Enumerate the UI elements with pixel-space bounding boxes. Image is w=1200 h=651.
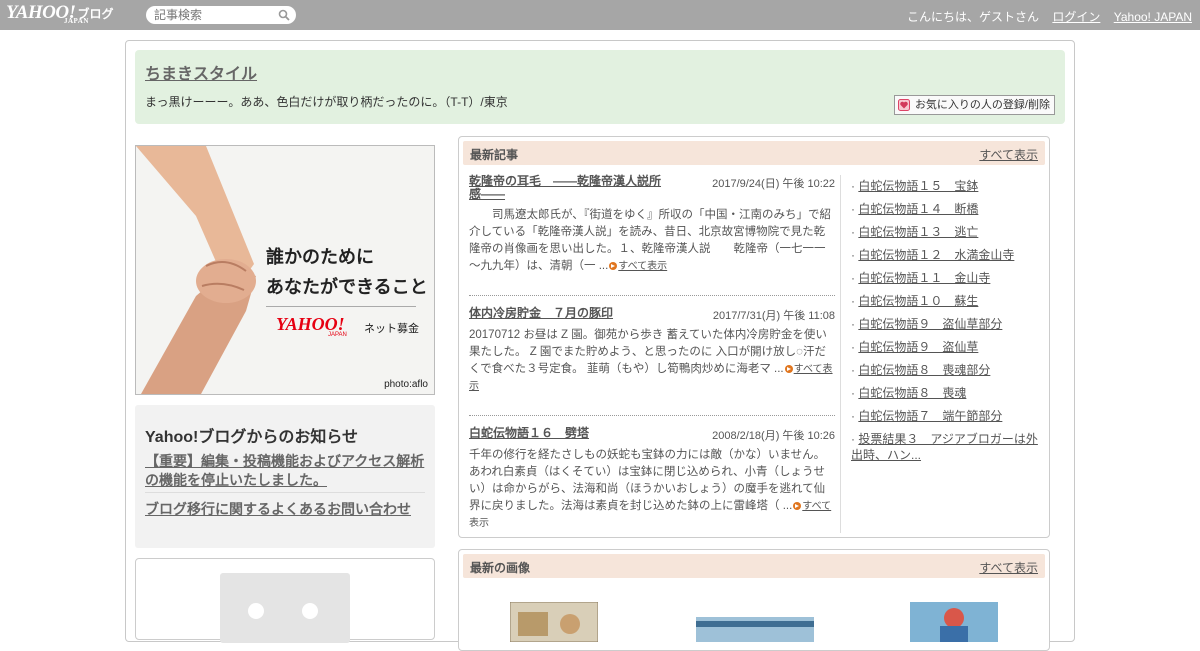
avatar-eye-left — [248, 603, 264, 619]
logo-sub: JAPAN — [64, 17, 89, 25]
list-item: · 投票結果３ アジアブロガーは外出時、ハン... — [851, 432, 1038, 462]
recent-post-link[interactable]: 白蛇伝物語１５ 宝鉢 — [858, 179, 978, 193]
list-item: · 白蛇伝物語１０ 蘇生 — [851, 294, 979, 308]
list-item: · 白蛇伝物語１３ 逃亡 — [851, 225, 979, 239]
recent-post-links: · 白蛇伝物語１５ 宝鉢 · 白蛇伝物語１４ 断橋 · 白蛇伝物語１３ 逃亡 ·… — [851, 175, 1041, 463]
posts-column-divider — [840, 175, 841, 533]
favorite-register-button[interactable]: お気に入りの人の登録/削除 — [893, 95, 1055, 115]
post-body: 千年の修行を経たさしもの妖蛇も宝鉢の力には敵（かな）いません。あわれ白素貞（はく… — [469, 447, 835, 527]
list-item: · 白蛇伝物語１４ 断橋 — [851, 202, 979, 216]
login-link[interactable]: ログイン — [1052, 10, 1100, 24]
blog-header: ちまきスタイル まっ黒けーーー。ああ、色白だけが取り柄だったのに。（T-T）/東… — [135, 50, 1065, 124]
arrow-right-icon — [784, 364, 793, 373]
recent-post-link[interactable]: 白蛇伝物語１１ 金山寺 — [858, 271, 990, 285]
post-title[interactable]: 乾隆帝の耳毛 ――乾隆帝漢人説所感―― — [469, 175, 669, 201]
post-date: 2017/7/31(月) 午後 11:08 — [712, 310, 835, 322]
notice-item-faq[interactable]: ブログ移行に関するよくあるお問い合わせ — [145, 499, 411, 519]
yahoo-japan-link[interactable]: Yahoo! JAPAN — [1114, 10, 1192, 24]
post-more-link[interactable]: すべて表示 — [618, 261, 667, 272]
list-item: · 白蛇伝物語８ 喪魂 — [851, 386, 967, 400]
post-body-text: 20170712 お昼は Z 園。御苑から歩き 蓄えていた体内冷房貯金を使い果た… — [469, 329, 827, 375]
recent-post-link[interactable]: 白蛇伝物語９ 盗仙草 — [858, 340, 978, 354]
list-item: · 白蛇伝物語１２ 水満金山寺 — [851, 248, 1015, 262]
recent-post-link[interactable]: 投票結果３ アジアブロガーは外出時、ハン... — [851, 432, 1038, 462]
notice-divider — [145, 492, 425, 493]
search-box — [146, 6, 296, 24]
banner-line2: あなたができること — [266, 277, 428, 298]
recent-post-link[interactable]: 白蛇伝物語１３ 逃亡 — [858, 225, 978, 239]
favorite-register-label: お気に入りの人の登録/削除 — [914, 99, 1050, 111]
latest-images-heading: 最新の画像 — [470, 561, 531, 575]
recent-post-link[interactable]: 白蛇伝物語９ 盗仙草部分 — [858, 317, 1002, 331]
post-item: 乾隆帝の耳毛 ――乾隆帝漢人説所感―― 2017/9/24(日) 午後 10:2… — [469, 175, 835, 285]
avatar-eye-right — [302, 603, 318, 619]
list-item: · 白蛇伝物語９ 盗仙草 — [851, 340, 979, 354]
avatar[interactable] — [220, 573, 350, 643]
post-body-text: 千年の修行を経たさしもの妖蛇も宝鉢の力には敵（かな）いません。あわれ白素貞（はく… — [469, 449, 826, 512]
recent-post-link[interactable]: 白蛇伝物語８ 喪魂 — [858, 386, 966, 400]
yahoo-blog-logo[interactable]: YAHOO! ブログ JAPAN — [6, 2, 114, 25]
post-date: 2008/2/18(月) 午後 10:26 — [712, 430, 835, 442]
latest-images-see-all[interactable]: すべて表示 — [979, 559, 1038, 576]
post-body: 20170712 お昼は Z 園。御苑から歩き 蓄えていた体内冷房貯金を使い果た… — [469, 327, 835, 395]
handshake-image — [136, 146, 256, 394]
list-item: · 白蛇伝物語９ 盗仙草部分 — [851, 317, 1003, 331]
banner-yahoo-logo-sub: JAPAN — [328, 332, 347, 338]
latest-posts-header: 最新記事 すべて表示 — [463, 141, 1045, 165]
latest-posts-see-all[interactable]: すべて表示 — [979, 146, 1038, 163]
notice-box: Yahoo!ブログからのお知らせ 【重要】編集・投稿機能およびアクセス解析の機能… — [135, 405, 435, 548]
recent-post-link[interactable]: 白蛇伝物語１２ 水満金山寺 — [858, 248, 1014, 262]
banner-service: ネット募金 — [364, 323, 419, 335]
arrow-right-icon — [609, 261, 618, 270]
post-title[interactable]: 白蛇伝物語１６ 劈塔 — [469, 427, 669, 440]
thumbnail-image[interactable] — [910, 602, 998, 642]
post-date: 2017/9/24(日) 午後 10:22 — [712, 178, 835, 190]
recent-post-link[interactable]: 白蛇伝物語８ 喪魂部分 — [858, 363, 990, 377]
banner-credit: photo:aflo — [384, 379, 428, 390]
top-bar: YAHOO!ブログ JAPAN こんにちは、ゲストさん ログイン Yahoo! … — [0, 0, 1200, 30]
top-nav: こんにちは、ゲストさん ログイン Yahoo! JAPAN — [907, 8, 1192, 25]
list-item: · 白蛇伝物語１５ 宝鉢 — [851, 179, 979, 193]
latest-images-panel: 最新の画像 すべて表示 — [458, 549, 1050, 651]
latest-images-header: 最新の画像 すべて表示 — [463, 554, 1045, 578]
notice-item-important[interactable]: 【重要】編集・投稿機能およびアクセス解析の機能を停止いたしました。 — [145, 452, 427, 490]
post-divider — [469, 415, 835, 416]
notice-title: Yahoo!ブログからのお知らせ — [145, 429, 359, 446]
post-item: 白蛇伝物語１６ 劈塔 2008/2/18(月) 午後 10:26 千年の修行を経… — [469, 427, 835, 528]
heart-icon — [897, 99, 910, 111]
blog-description: まっ黒けーーー。ああ、色白だけが取り柄だったのに。（T-T）/東京 — [145, 95, 508, 109]
search-icon[interactable] — [278, 9, 290, 21]
latest-posts-panel: 最新記事 すべて表示 乾隆帝の耳毛 ――乾隆帝漢人説所感―― 2017/9/24… — [458, 136, 1050, 538]
blog-title[interactable]: ちまきスタイル — [145, 60, 257, 84]
donation-banner[interactable]: 誰かのために あなたができること YAHOO! JAPAN ネット募金 phot… — [135, 145, 435, 395]
list-item: · 白蛇伝物語８ 喪魂部分 — [851, 363, 991, 377]
recent-post-link[interactable]: 白蛇伝物語１０ 蘇生 — [858, 294, 978, 308]
post-title[interactable]: 体内冷房貯金 ７月の豚印 — [469, 307, 669, 320]
latest-posts-heading: 最新記事 — [470, 148, 519, 162]
post-item: 体内冷房貯金 ７月の豚印 2017/7/31(月) 午後 11:08 20170… — [469, 307, 835, 397]
list-item: · 白蛇伝物語７ 端午節部分 — [851, 409, 1003, 423]
post-divider — [469, 295, 835, 296]
recent-post-link[interactable]: 白蛇伝物語１４ 断橋 — [858, 202, 978, 216]
banner-divider — [266, 306, 416, 307]
post-body: 司馬遼太郎氏が、『街道をゆく』所収の「中国・江南のみち」で紹介している「乾隆帝漢… — [469, 207, 835, 275]
recent-post-link[interactable]: 白蛇伝物語７ 端午節部分 — [858, 409, 1002, 423]
greeting-text: こんにちは、ゲストさん — [907, 10, 1040, 24]
list-item: · 白蛇伝物語１１ 金山寺 — [851, 271, 991, 285]
arrow-right-icon — [793, 501, 802, 510]
thumbnail-image[interactable] — [510, 602, 598, 642]
profile-box — [135, 558, 435, 643]
banner-line1: 誰かのために — [266, 247, 374, 268]
search-input[interactable] — [154, 8, 274, 22]
